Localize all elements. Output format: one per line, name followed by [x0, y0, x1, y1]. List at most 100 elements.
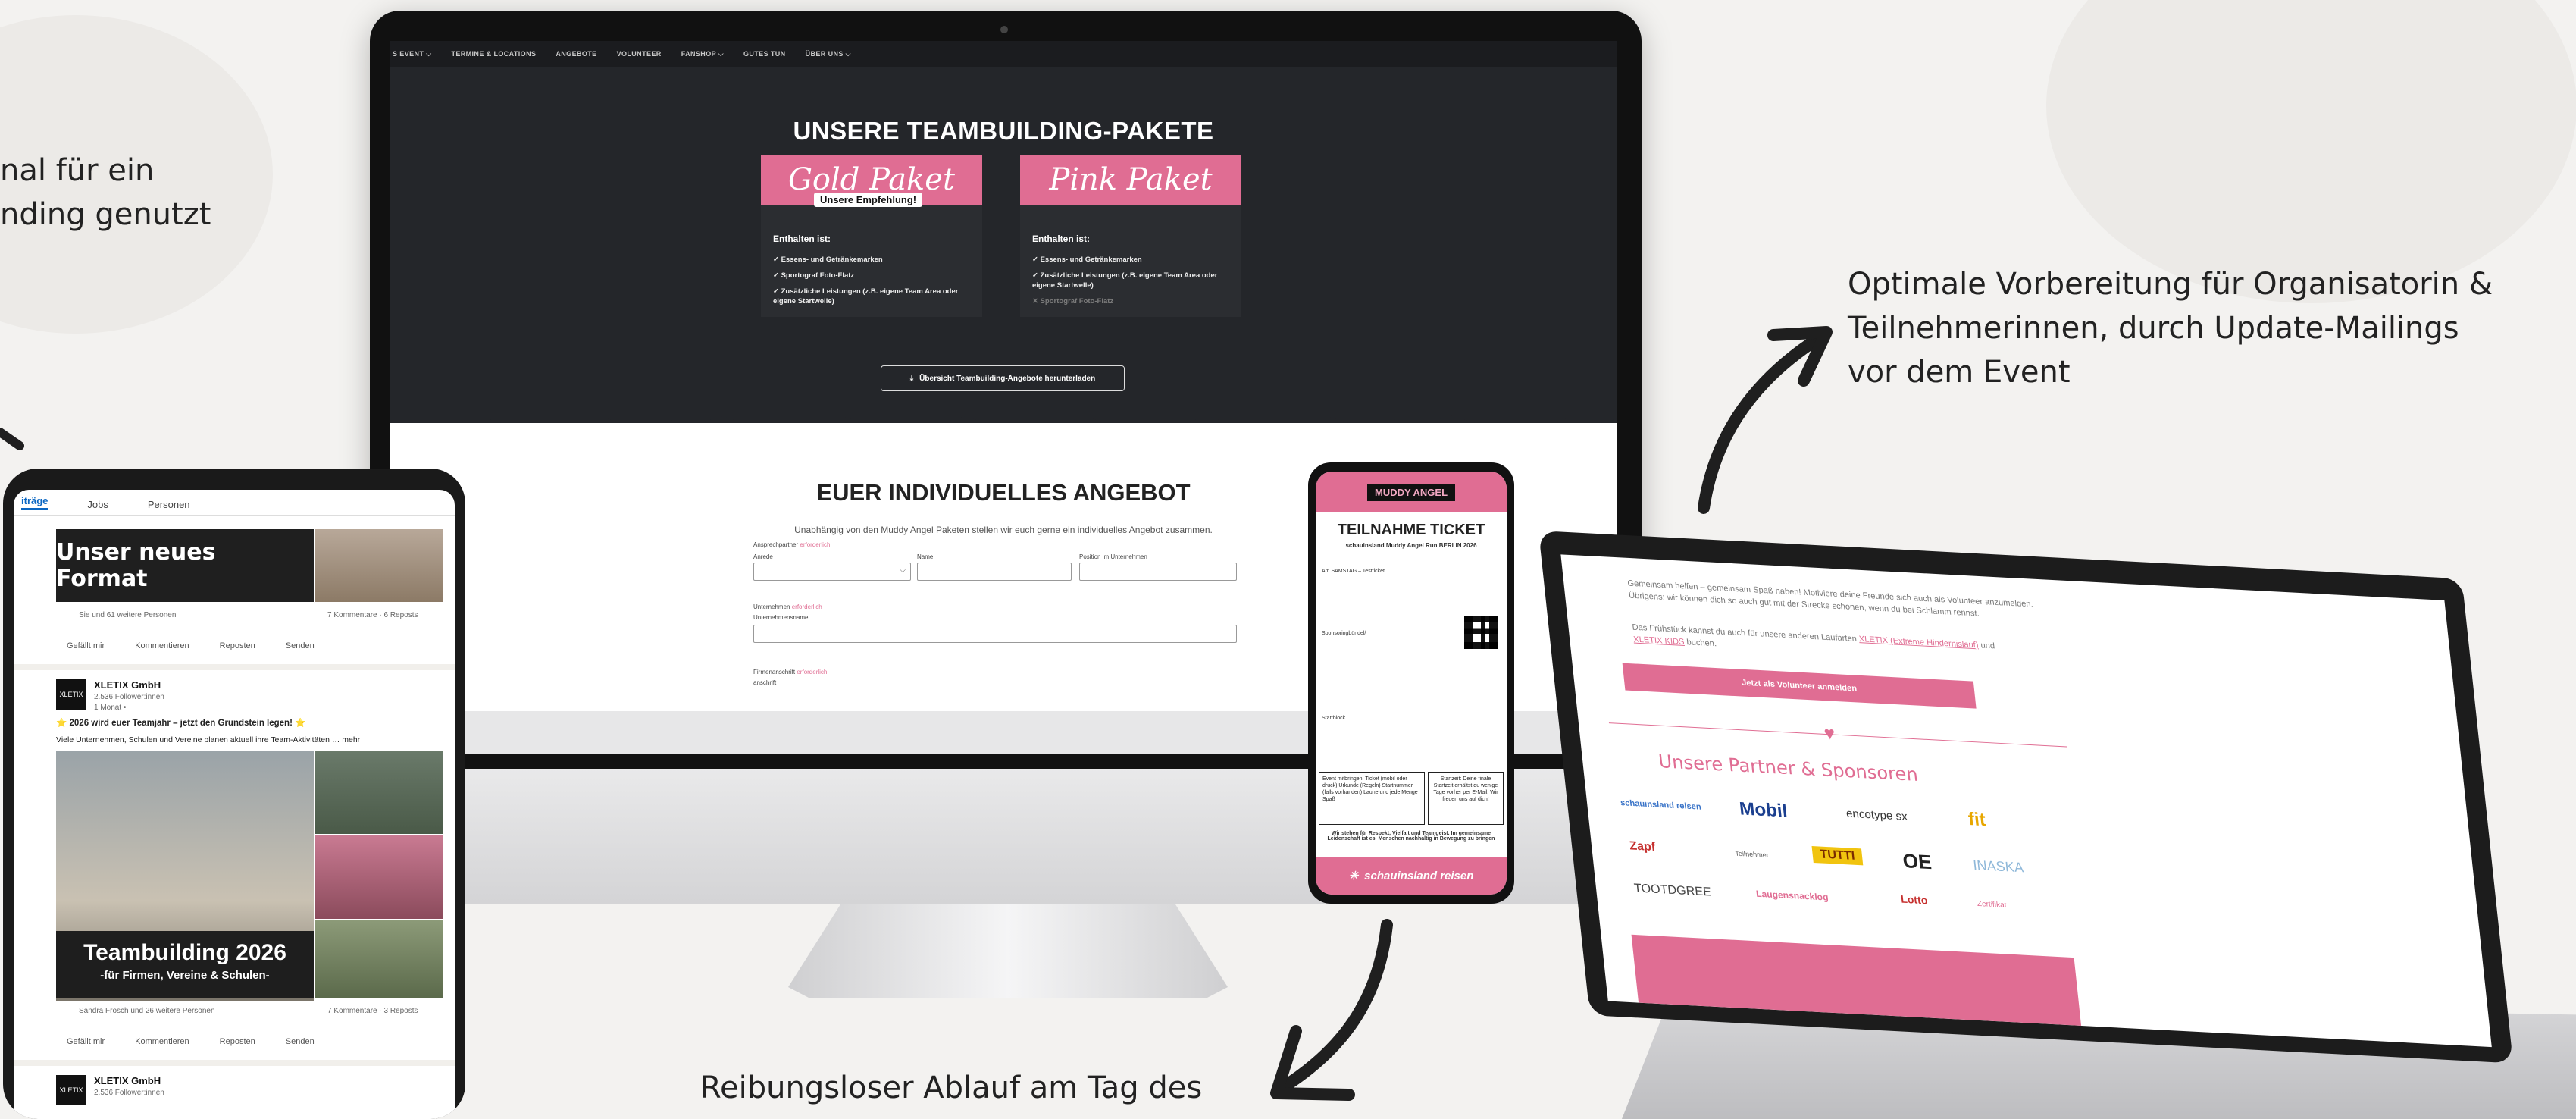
- sponsor-logo[interactable]: Zertifikat: [1977, 900, 2007, 910]
- sponsor-logo[interactable]: fit: [1967, 809, 1987, 831]
- ticket-screen: MUDDY ANGEL TEILNAHME TICKET schauinslan…: [1316, 472, 1507, 895]
- sponsor-logo[interactable]: TUTTI: [1811, 845, 1864, 866]
- form-label-ansprech: Ansprechpartner erforderlich: [753, 541, 830, 548]
- nav-item[interactable]: GUTES TUN: [743, 50, 786, 58]
- unternehmensname-input[interactable]: [753, 625, 1237, 643]
- nav-item[interactable]: ANGEBOTE: [556, 50, 596, 58]
- post-actions: Gefällt mir Kommentieren Reposten Senden: [67, 641, 315, 650]
- sponsor-logo[interactable]: Laugensnacklog: [1755, 889, 1829, 903]
- mailing-text: Gemeinsam helfen – gemeinsam Spaß haben!…: [1626, 578, 2034, 619]
- nav-item[interactable]: ÜBER UNS ⌵: [806, 50, 851, 58]
- send-button[interactable]: Senden: [286, 1037, 315, 1046]
- nav-item[interactable]: VOLUNTEER: [617, 50, 662, 58]
- ticket-info-box: Event mitbringen: Ticket (mobil oder dru…: [1319, 772, 1425, 825]
- tab-personen[interactable]: Personen: [148, 499, 190, 510]
- ticket-line: Sponsoringbündel/: [1322, 631, 1366, 636]
- download-label: Übersicht Teambuilding-Angebote herunter…: [919, 374, 1096, 383]
- like-button[interactable]: Gefällt mir: [67, 1037, 105, 1046]
- sponsor-name: schauinsland reisen: [1364, 869, 1474, 882]
- caption-bottom: Reibungsloser Ablauf am Tag des: [700, 1070, 1203, 1105]
- sponsor-logo[interactable]: schauinsland reisen: [1620, 798, 1702, 812]
- post-author[interactable]: XLETIX GmbH: [94, 679, 161, 691]
- recommendation-badge: Unsere Empfehlung!: [814, 193, 923, 207]
- send-button[interactable]: Senden: [286, 641, 315, 650]
- mailing-text: buchen.: [1686, 638, 1717, 649]
- xletix-kids-link[interactable]: XLETIX KIDS: [1633, 635, 1685, 647]
- tablet-device: iträge Jobs Personen Unser neues Format …: [3, 469, 465, 1119]
- form-label-unternehmen: Unternehmen erforderlich: [753, 603, 822, 610]
- post-comments-count[interactable]: 7 Kommentare · 6 Reposts: [327, 611, 418, 619]
- sponsor-logo[interactable]: encotype sx: [1845, 807, 1908, 823]
- post-reactions[interactable]: Sandra Frosch und 26 weitere Personen: [79, 1007, 215, 1015]
- unternehmensname-label: Unternehmensname: [753, 614, 809, 621]
- volunteer-signup-button[interactable]: Jetzt als Volunteer anmelden: [1622, 663, 1977, 709]
- sponsor-logo[interactable]: INASKA: [1972, 857, 2024, 876]
- position-input[interactable]: [1079, 563, 1237, 581]
- arrow-icon: [1698, 326, 1833, 514]
- muddy-angel-logo: MUDDY ANGEL: [1366, 483, 1456, 501]
- post-reactions[interactable]: Sie und 61 weitere Personen: [79, 611, 176, 619]
- sponsor-logo[interactable]: Mobil: [1739, 798, 1789, 822]
- gold-package-card: Gold Paket Unsere Empfehlung! Enthalten …: [761, 155, 982, 317]
- divider: [14, 1060, 455, 1066]
- nav-item[interactable]: S EVENT ⌵: [393, 50, 431, 58]
- form-label-firmenanschrift: Firmenanschrift erforderlich: [753, 669, 827, 675]
- ansprech-label: Ansprechpartner: [753, 541, 799, 548]
- laptop-frame: Gemeinsam helfen – gemeinsam Spaß haben!…: [1538, 531, 2514, 1064]
- post-headline: ⭐ 2026 wird euer Teamjahr – jetzt den Gr…: [56, 719, 306, 728]
- side-photo-3[interactable]: [315, 920, 443, 998]
- post-author[interactable]: XLETIX GmbH: [94, 1075, 161, 1086]
- comment-button[interactable]: Kommentieren: [135, 1037, 189, 1046]
- comment-button[interactable]: Kommentieren: [135, 641, 189, 650]
- company-logo[interactable]: XLETIX: [56, 679, 86, 710]
- side-photo-2[interactable]: [315, 835, 443, 919]
- sponsor-logo[interactable]: OE: [1901, 849, 1933, 874]
- gold-contains-label: Enthalten ist:: [773, 234, 831, 244]
- gold-feature: ✓ Essens- und Getränkemarken: [773, 255, 883, 264]
- sponsor-logo[interactable]: Teilnehmer: [1735, 850, 1769, 859]
- caption-right: Optimale Vorbereitung für Organisatorin …: [1848, 267, 2493, 390]
- anschrift-label: anschrift: [753, 679, 777, 686]
- feed-tabs: iträge Jobs Personen: [14, 490, 455, 516]
- pink-package-name: Pink Paket: [1020, 155, 1241, 205]
- tab-jobs[interactable]: Jobs: [87, 499, 108, 510]
- post-image-format[interactable]: Unser neues Format: [56, 529, 314, 602]
- xletix-link[interactable]: XLETIX (Extreme Hindernislauf): [1858, 635, 1979, 650]
- nav-item[interactable]: TERMINE & LOCATIONS: [451, 50, 536, 58]
- download-icon: ⤓: [909, 374, 914, 383]
- pink-feature: ✓ Essens- und Getränkemarken: [1032, 255, 1142, 264]
- like-button[interactable]: Gefällt mir: [67, 641, 105, 650]
- ticket-header: MUDDY ANGEL: [1316, 472, 1507, 512]
- anrede-select[interactable]: ⌵: [753, 563, 911, 581]
- company-logo[interactable]: XLETIX: [56, 1075, 86, 1105]
- repost-button[interactable]: Reposten: [220, 641, 255, 650]
- required-label: erforderlich: [800, 541, 831, 548]
- sponsor-logo[interactable]: Zapf: [1629, 839, 1656, 854]
- required-label: erforderlich: [791, 603, 822, 610]
- sponsors-heading: Unsere Partner & Sponsoren: [1657, 751, 1920, 785]
- post-image-team[interactable]: [315, 529, 443, 602]
- name-input[interactable]: [917, 563, 1072, 581]
- post-comments-count[interactable]: 7 Kommentare · 3 Reposts: [327, 1007, 418, 1015]
- sponsor-logo[interactable]: TOOTDGREE: [1633, 882, 1712, 899]
- post-body[interactable]: Viele Unternehmen, Schulen und Vereine p…: [56, 735, 360, 744]
- teambuilding-banner[interactable]: Teambuilding 2026 -für Firmen, Vereine &…: [56, 931, 314, 998]
- sponsor-logo[interactable]: Lotto: [1900, 893, 1928, 907]
- post-time: 1 Monat •: [94, 704, 127, 712]
- mailing-text-links: Das Frühstück kannst du auch für unsere …: [1632, 622, 2001, 665]
- download-button[interactable]: ⤓ Übersicht Teambuilding-Angebote herunt…: [881, 365, 1125, 391]
- banner-subtitle: -für Firmen, Vereine & Schulen-: [100, 969, 270, 982]
- linkedin-feed: iträge Jobs Personen Unser neues Format …: [14, 490, 455, 1119]
- follower-count: 2.536 Follower:innen: [94, 693, 164, 701]
- tab-beitraege[interactable]: iträge: [21, 495, 49, 510]
- nav-item[interactable]: FANSHOP ⌵: [681, 50, 724, 58]
- pink-feature: ✓ Zusätzliche Leistungen (z.B. eigene Te…: [1032, 271, 1218, 290]
- side-photo-1[interactable]: [315, 751, 443, 834]
- ticket-footer: ✳ schauinsland reisen: [1316, 857, 1507, 895]
- repost-button[interactable]: Reposten: [220, 1037, 255, 1046]
- mailing-screen: Gemeinsam helfen – gemeinsam Spaß haben!…: [1560, 554, 2492, 1048]
- ticket-note: Wir stehen für Respekt, Vielfalt und Tea…: [1327, 831, 1495, 842]
- chevron-down-icon: ⌵: [900, 566, 906, 575]
- ticket-line: Am SAMSTAG – Testticket: [1322, 569, 1385, 574]
- phone-device: MUDDY ANGEL TEILNAHME TICKET schauinslan…: [1308, 462, 1514, 904]
